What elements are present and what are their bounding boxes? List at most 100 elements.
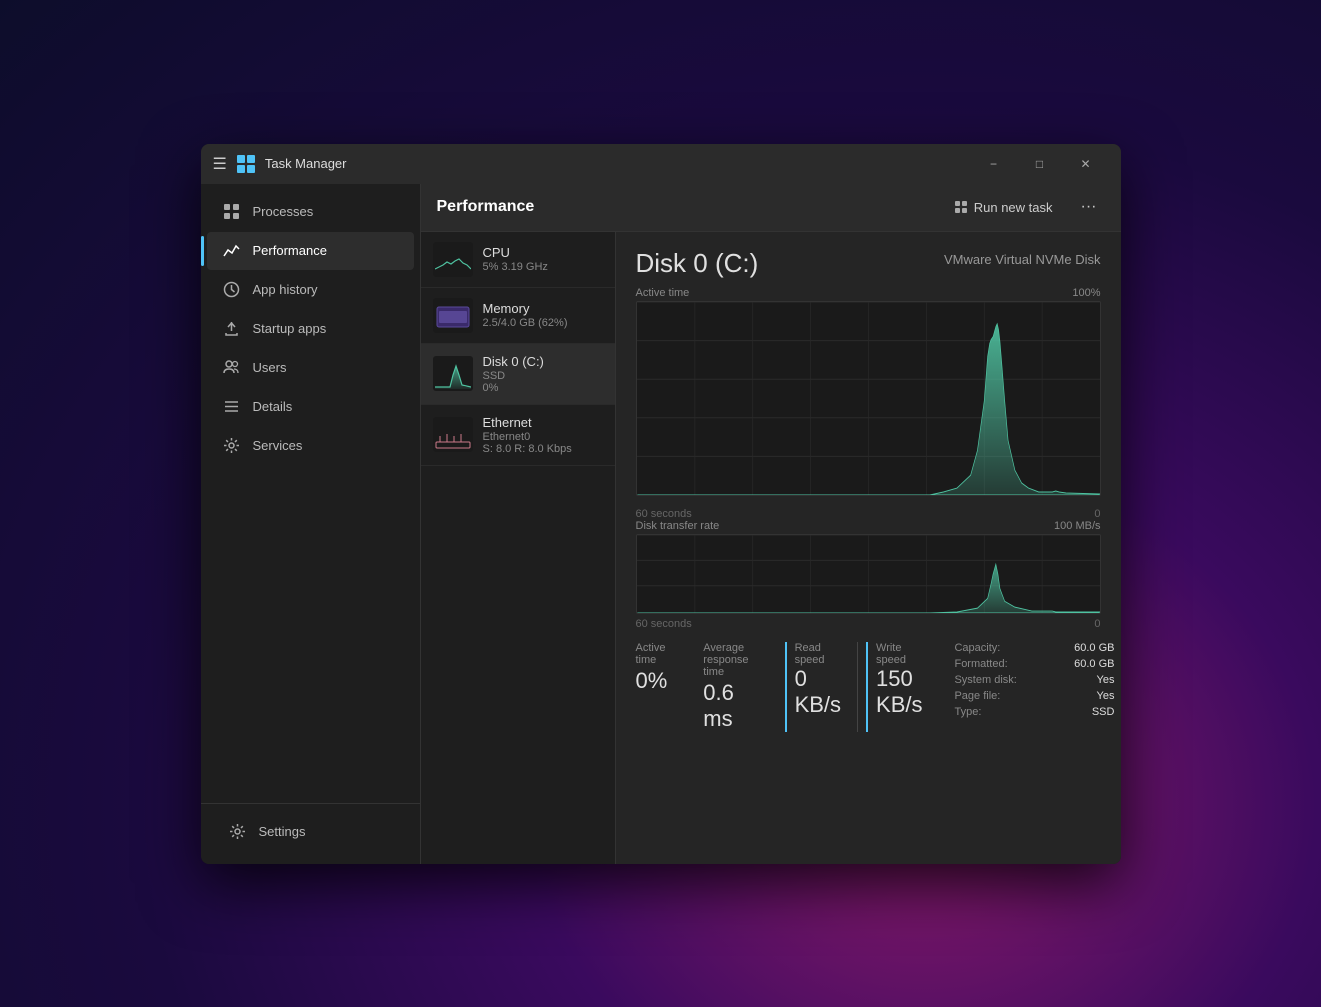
app-history-icon bbox=[223, 281, 241, 299]
chart-labels-2: Disk transfer rate 100 MB/s bbox=[636, 520, 1101, 532]
chart-header: Disk 0 (C:) VMware Virtual NVMe Disk bbox=[636, 248, 1101, 279]
sidebar-item-details[interactable]: Details bbox=[207, 388, 414, 426]
ethernet-info: Ethernet Ethernet0 S: 8.0 R: 8.0 Kbps bbox=[483, 415, 603, 455]
chart-wrapper-2: 60 MB/s bbox=[636, 534, 1101, 614]
sidebar-item-performance[interactable]: Performance bbox=[207, 232, 414, 270]
services-icon bbox=[223, 437, 241, 455]
disk-info-table: Capacity: 60.0 GB Formatted: 60.0 GB Sys… bbox=[954, 642, 1114, 732]
processes-icon bbox=[223, 203, 241, 221]
active-time-label: Active time bbox=[636, 287, 690, 299]
app-history-label: App history bbox=[253, 282, 318, 297]
type-value: SSD bbox=[1092, 706, 1115, 718]
users-icon bbox=[223, 359, 241, 377]
disk-thumbnail bbox=[433, 356, 473, 391]
write-speed-label: Write speed bbox=[876, 642, 922, 666]
ethernet-sub: Ethernet0 S: 8.0 R: 8.0 Kbps bbox=[483, 431, 603, 455]
read-speed-label: Read speed bbox=[795, 642, 841, 666]
processes-label: Processes bbox=[253, 204, 314, 219]
info-type: Type: SSD bbox=[954, 706, 1114, 718]
avg-response-value: 0.6 ms bbox=[703, 680, 748, 732]
startup-icon bbox=[223, 320, 241, 338]
disk0-sub: SSD 0% bbox=[483, 370, 603, 394]
memory-name: Memory bbox=[483, 301, 603, 316]
details-icon bbox=[223, 398, 241, 416]
run-new-task-button[interactable]: Run new task bbox=[942, 195, 1065, 220]
time-left-1: 60 seconds bbox=[636, 508, 692, 520]
memory-sub: 2.5/4.0 GB (62%) bbox=[483, 317, 603, 329]
device-item-disk0[interactable]: Disk 0 (C:) SSD 0% bbox=[421, 344, 615, 405]
cpu-sub: 5% 3.19 GHz bbox=[483, 261, 603, 273]
page-file-value: Yes bbox=[1097, 690, 1115, 702]
disk0-name: Disk 0 (C:) bbox=[483, 354, 603, 369]
info-formatted: Formatted: 60.0 GB bbox=[954, 658, 1114, 670]
details-label: Details bbox=[253, 399, 293, 414]
write-speed-value: 150 KB/s bbox=[876, 666, 922, 718]
stat-read-speed: Read speed 0 KB/s bbox=[785, 642, 849, 732]
cpu-info: CPU 5% 3.19 GHz bbox=[483, 245, 603, 273]
sidebar-item-startup-apps[interactable]: Startup apps bbox=[207, 310, 414, 348]
disk0-info: Disk 0 (C:) SSD 0% bbox=[483, 354, 603, 394]
transfer-rate-max: 100 MB/s bbox=[1054, 520, 1100, 532]
titlebar-controls: − □ ✕ bbox=[971, 148, 1109, 180]
sidebar-item-users[interactable]: Users bbox=[207, 349, 414, 387]
stat-active-time: Active time 0% bbox=[636, 642, 680, 732]
run-task-icon bbox=[954, 200, 968, 214]
window-body: Processes Performance bbox=[201, 184, 1121, 864]
sidebar-item-settings[interactable]: Settings bbox=[213, 813, 408, 851]
performance-label: Performance bbox=[253, 243, 327, 258]
transfer-rate-chart bbox=[636, 534, 1101, 614]
active-time-stat-label: Active time bbox=[636, 642, 668, 666]
minimize-button[interactable]: − bbox=[971, 148, 1017, 180]
settings-label: Settings bbox=[259, 824, 306, 839]
main-header: Performance Run new task ··· bbox=[421, 184, 1121, 232]
hamburger-icon[interactable]: ☰ bbox=[213, 154, 227, 174]
close-button[interactable]: ✕ bbox=[1063, 148, 1109, 180]
chart-title: Disk 0 (C:) bbox=[636, 248, 759, 279]
chart-device-name: VMware Virtual NVMe Disk bbox=[944, 252, 1101, 267]
sidebar-item-services[interactable]: Services bbox=[207, 427, 414, 465]
cpu-name: CPU bbox=[483, 245, 603, 260]
maximize-button[interactable]: □ bbox=[1017, 148, 1063, 180]
stat-avg-response: Average response time 0.6 ms bbox=[703, 642, 760, 732]
stat-read-write: Read speed 0 KB/s Write speed 150 KB/s bbox=[785, 642, 931, 732]
type-label: Type: bbox=[954, 706, 981, 718]
active-time-max: 100% bbox=[1072, 287, 1100, 299]
time-right-2: 0 bbox=[1094, 618, 1100, 630]
memory-thumbnail bbox=[433, 298, 473, 333]
titlebar-title: Task Manager bbox=[265, 156, 347, 171]
active-time-stat-value: 0% bbox=[636, 668, 668, 694]
cpu-thumbnail bbox=[433, 242, 473, 277]
chart-time-labels-1: 60 seconds 0 bbox=[636, 508, 1101, 520]
chart-area: Disk 0 (C:) VMware Virtual NVMe Disk Act… bbox=[616, 232, 1121, 864]
page-file-label: Page file: bbox=[954, 690, 1000, 702]
titlebar: ☰ Task Manager − □ ✕ bbox=[201, 144, 1121, 184]
more-button[interactable]: ··· bbox=[1073, 191, 1105, 223]
sidebar-item-processes[interactable]: Processes bbox=[207, 193, 414, 231]
sidebar-nav: Processes Performance bbox=[201, 184, 420, 803]
capacity-value: 60.0 GB bbox=[1074, 642, 1114, 654]
formatted-label: Formatted: bbox=[954, 658, 1007, 670]
info-capacity: Capacity: 60.0 GB bbox=[954, 642, 1114, 654]
ethernet-name: Ethernet bbox=[483, 415, 603, 430]
device-item-cpu[interactable]: CPU 5% 3.19 GHz bbox=[421, 232, 615, 288]
ethernet-thumbnail bbox=[433, 417, 473, 452]
time-left-2: 60 seconds bbox=[636, 618, 692, 630]
rw-divider bbox=[857, 642, 858, 732]
users-label: Users bbox=[253, 360, 287, 375]
content-area: CPU 5% 3.19 GHz bbox=[421, 232, 1121, 864]
chart-wrapper-1 bbox=[636, 301, 1101, 496]
sidebar-bottom: Settings bbox=[201, 803, 420, 864]
device-item-ethernet[interactable]: Ethernet Ethernet0 S: 8.0 R: 8.0 Kbps bbox=[421, 405, 615, 466]
stats-row: Active time 0% Average response time 0.6… bbox=[636, 642, 1101, 732]
info-page-file: Page file: Yes bbox=[954, 690, 1114, 702]
main-content: Performance Run new task ··· bbox=[421, 184, 1121, 864]
chart-time-labels-2: 60 seconds 0 bbox=[636, 618, 1101, 630]
titlebar-left: ☰ Task Manager bbox=[213, 154, 971, 174]
settings-icon bbox=[229, 823, 247, 841]
services-label: Services bbox=[253, 438, 303, 453]
performance-icon bbox=[223, 242, 241, 260]
time-right-1: 0 bbox=[1094, 508, 1100, 520]
sidebar-item-app-history[interactable]: App history bbox=[207, 271, 414, 309]
system-disk-value: Yes bbox=[1097, 674, 1115, 686]
device-item-memory[interactable]: Memory 2.5/4.0 GB (62%) bbox=[421, 288, 615, 344]
